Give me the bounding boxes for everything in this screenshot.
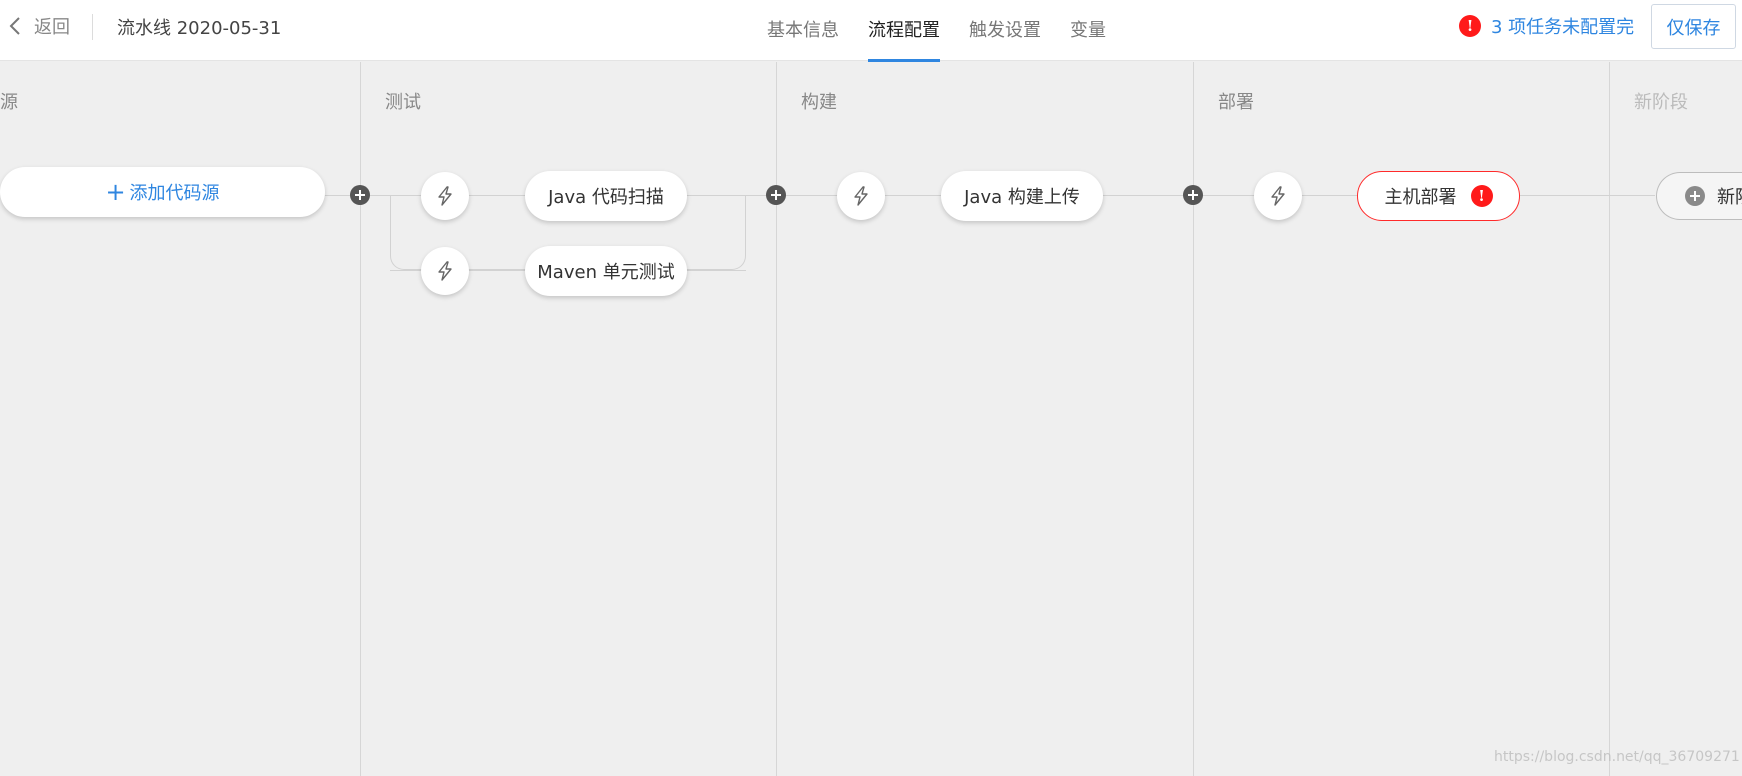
lightning-icon (1271, 186, 1285, 206)
job-maven-unit-test[interactable]: Maven 单元测试 (525, 246, 687, 296)
add-stage-plus-icon[interactable] (350, 185, 370, 205)
pipeline-title: 流水线 2020-05-31 (117, 18, 282, 39)
exclamation-icon: ! (1459, 15, 1481, 37)
lightning-icon (438, 186, 452, 206)
trigger-button[interactable] (837, 172, 885, 220)
header-divider (92, 14, 93, 40)
tab-flow-config[interactable]: 流程配置 (868, 0, 940, 62)
add-code-source-button[interactable]: + 添加代码源 (0, 167, 325, 217)
warning-text: 3 项任务未配置完 (1491, 17, 1635, 38)
stage-divider (360, 62, 361, 776)
stage-title-new: 新阶段 (1634, 92, 1688, 113)
back-button[interactable]: 返回 (6, 12, 70, 40)
job-java-code-scan[interactable]: Java 代码扫描 (525, 171, 687, 221)
lightning-icon (438, 261, 452, 281)
watermark: https://blog.csdn.net/qq_36709271 (1494, 749, 1740, 765)
trigger-button[interactable] (421, 172, 469, 220)
tab-variables[interactable]: 变量 (1070, 0, 1106, 61)
stage-divider (1609, 62, 1610, 776)
stage-divider (776, 62, 777, 776)
new-stage-label: 新阶段 (1717, 187, 1742, 208)
trigger-button[interactable] (421, 247, 469, 295)
stage-title-test: 测试 (385, 92, 421, 113)
job-label: Java 构建上传 (964, 187, 1080, 208)
job-label: Java 代码扫描 (548, 187, 664, 208)
job-label: 主机部署 (1384, 187, 1457, 208)
plus-circle-icon (1685, 186, 1705, 206)
job-label: Maven 单元测试 (537, 262, 675, 283)
top-bar: 返回 流水线 2020-05-31 基本信息 流程配置 触发设置 变量 ! 3 … (0, 0, 1742, 62)
unconfigured-tasks-warning[interactable]: ! 3 项任务未配置完 (1459, 13, 1634, 39)
stage-title-build: 构建 (801, 92, 837, 113)
stage-divider (1193, 62, 1194, 776)
tab-trigger-settings[interactable]: 触发设置 (969, 0, 1041, 61)
save-only-button[interactable]: 仅保存 (1651, 4, 1736, 49)
job-host-deploy[interactable]: 主机部署 ! (1357, 171, 1520, 221)
add-stage-plus-icon[interactable] (1183, 185, 1203, 205)
stage-title-source: 源 (0, 92, 18, 113)
new-stage-button[interactable]: 新阶段 (1656, 172, 1742, 220)
stage-title-deploy: 部署 (1218, 92, 1254, 113)
job-java-build-upload[interactable]: Java 构建上传 (941, 171, 1103, 221)
exclamation-icon: ! (1470, 185, 1493, 207)
add-stage-plus-icon[interactable] (766, 185, 786, 205)
add-code-source-label: 添加代码源 (129, 183, 220, 204)
tab-bar: 基本信息 流程配置 触发设置 变量 (767, 0, 1106, 62)
trigger-button[interactable] (1254, 172, 1302, 220)
back-label: 返回 (34, 17, 70, 38)
tab-basic-info[interactable]: 基本信息 (767, 0, 839, 61)
plus-icon: + (105, 178, 126, 206)
lightning-icon (854, 186, 868, 206)
chevron-left-icon (9, 17, 20, 35)
